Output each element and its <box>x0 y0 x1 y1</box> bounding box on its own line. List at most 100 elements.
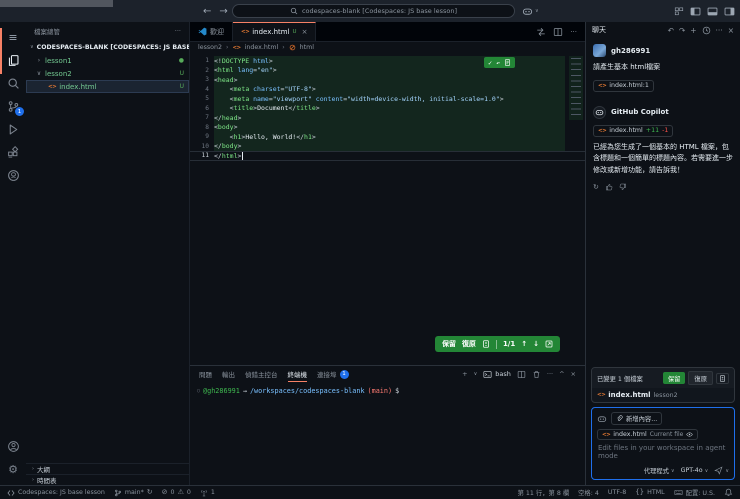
code-line[interactable]: 11 </html > <box>190 151 585 161</box>
tab-terminal[interactable]: 終端機 <box>288 366 308 382</box>
tab-problems[interactable]: 問題 <box>199 366 212 382</box>
chat-input-box[interactable]: 新增內容... <> index.html Current file Edit … <box>591 407 735 480</box>
chat-history-icon[interactable] <box>702 26 711 35</box>
code-line[interactable]: 8 < body > <box>190 122 585 132</box>
undo-edit-icon[interactable]: ↶ <box>668 26 674 35</box>
ports-item[interactable]: 1 <box>200 489 215 497</box>
maximize-panel-icon[interactable]: ^ <box>559 370 564 378</box>
changed-file-chip[interactable]: <> index.html +11 -1 <box>593 124 674 137</box>
tab-index-html[interactable]: <> index.html U × <box>233 22 317 41</box>
toggle-secondary-sidebar-icon[interactable] <box>724 6 735 17</box>
goto-edit-icon[interactable] <box>545 340 553 348</box>
indentation-item[interactable]: 空格: 4 <box>578 488 599 497</box>
view-file-icon[interactable] <box>504 59 511 66</box>
changed-file-row[interactable]: <> index.html lesson2 <box>592 388 734 402</box>
keep-all-button[interactable]: 保留 <box>662 372 686 384</box>
code-line[interactable]: 3 < head > <box>190 75 585 85</box>
source-control-view-icon[interactable]: 1 <box>0 95 26 118</box>
tab-output[interactable]: 輸出 <box>222 366 235 382</box>
keep-button[interactable]: 保留 <box>442 339 456 349</box>
settings-gear-icon[interactable]: ⚙ <box>0 458 26 481</box>
next-edit-icon[interactable]: ↓ <box>533 340 539 348</box>
back-button[interactable]: ← <box>203 6 211 17</box>
new-chat-icon[interactable]: + <box>690 26 696 35</box>
language-mode-item[interactable]: {} HTML <box>635 489 664 497</box>
thumbs-up-icon[interactable] <box>605 183 613 191</box>
view-all-edits-button[interactable] <box>716 372 729 384</box>
explorer-view-icon[interactable] <box>0 49 26 72</box>
tab-welcome[interactable]: 歡迎 <box>190 22 233 41</box>
code-line[interactable]: 7 </head > <box>190 113 585 123</box>
split-terminal-icon[interactable] <box>517 370 526 379</box>
send-button[interactable]: ∨ <box>714 466 729 475</box>
chat-input-placeholder[interactable]: Edit files in your workspace in agent mo… <box>598 444 729 460</box>
tree-item-lesson2[interactable]: ∨ lesson2 U <box>26 67 189 80</box>
search-view-icon[interactable] <box>0 72 26 95</box>
tab-ports[interactable]: 連接埠 1 <box>317 366 349 382</box>
undo-button[interactable]: 復原 <box>462 339 476 349</box>
discard-icon[interactable]: ↶ <box>496 59 500 67</box>
cursor-position-item[interactable]: 第 11 行，第 8 欄 <box>518 488 570 497</box>
kill-terminal-icon[interactable] <box>532 370 541 379</box>
code-line[interactable]: 10 </body > <box>190 141 585 151</box>
tree-item-lesson1[interactable]: › lesson1 ● <box>26 54 189 67</box>
explorer-more-actions-icon[interactable]: ··· <box>175 27 181 35</box>
timeline-section[interactable]: › 時間表 <box>26 474 189 485</box>
terminal-content[interactable]: ○ @gh286991 → /workspaces/codespaces-bla… <box>190 382 585 400</box>
terminal-profile-item[interactable]: bash <box>483 370 511 379</box>
git-branch-item[interactable]: main* ↻ <box>114 489 153 497</box>
close-tab-icon[interactable]: × <box>302 28 308 36</box>
split-editor-icon[interactable] <box>553 27 563 37</box>
redo-edit-icon[interactable]: ↷ <box>679 26 685 35</box>
mode-picker[interactable]: 代理程式 ∨ <box>644 466 675 476</box>
more-actions-icon[interactable]: ··· <box>547 370 553 378</box>
more-actions-icon[interactable]: ··· <box>570 28 577 36</box>
code-line[interactable]: 4 < meta charset = "UTF-8" > <box>190 84 585 94</box>
toggle-panel-icon[interactable] <box>707 6 718 17</box>
run-debug-view-icon[interactable] <box>0 118 26 141</box>
copilot-menu-button[interactable]: ∨ <box>522 4 539 18</box>
forward-button[interactable]: → <box>219 6 227 17</box>
minimap[interactable] <box>569 56 583 120</box>
customize-layout-icon[interactable] <box>674 6 684 16</box>
code-line[interactable]: 1 <! DOCTYPE html > <box>190 56 585 66</box>
outline-section[interactable]: › 大綱 <box>26 463 189 474</box>
command-center[interactable]: codespaces-blank [Codespaces: JS base le… <box>232 4 515 18</box>
code-line[interactable]: 6 < title > Document </title > <box>190 103 585 113</box>
application-menu-button[interactable]: ≡ <box>0 26 26 49</box>
extensions-view-icon[interactable] <box>0 141 26 164</box>
code-editor[interactable]: 1 <! DOCTYPE html >2 < html lang = "en" >3 < head >… <box>190 53 585 161</box>
tab-debug-console[interactable]: 偵錯主控台 <box>245 366 278 382</box>
rerun-request-icon[interactable]: ↻ <box>593 183 599 191</box>
problems-item[interactable]: ⊘ 0 ⚠ 0 <box>162 489 191 497</box>
view-diff-icon[interactable] <box>482 340 490 348</box>
chevron-down-icon[interactable]: ∨ <box>474 371 478 377</box>
more-actions-icon[interactable]: ··· <box>716 26 723 35</box>
breadcrumb[interactable]: lesson2 › <> index.html › html <box>190 42 585 53</box>
github-view-icon[interactable] <box>0 164 26 187</box>
model-picker[interactable]: GPT-4o ∨ <box>681 467 709 474</box>
previous-edit-icon[interactable]: ↑ <box>521 340 527 348</box>
thumbs-down-icon[interactable] <box>619 183 627 191</box>
workspace-root-folder[interactable]: ∨ CODESPACES-BLANK [CODESPACES: JS BASE … <box>26 40 189 54</box>
toggle-sidebar-icon[interactable] <box>690 6 701 17</box>
undo-all-button[interactable]: 復原 <box>688 371 713 385</box>
close-chat-icon[interactable]: × <box>728 26 734 35</box>
keyboard-layout-item[interactable]: 配置: U.S. <box>674 488 715 497</box>
accept-check-icon[interactable]: ✓ <box>488 59 492 67</box>
attachment-chip[interactable]: <> index.html:1 <box>593 79 654 92</box>
accounts-icon[interactable] <box>0 435 26 458</box>
sync-icon[interactable]: ↻ <box>147 489 153 496</box>
current-file-chip[interactable]: <> index.html Current file <box>597 429 699 440</box>
code-line[interactable]: 5 < meta name = "viewport" content = "width=d… <box>190 94 585 104</box>
add-context-button[interactable]: 新增內容... <box>611 412 663 425</box>
remote-indicator[interactable]: Codespaces: JS base lesson <box>7 489 105 497</box>
tree-item-index-html[interactable]: <> index.html U <box>26 80 189 93</box>
close-panel-icon[interactable]: × <box>571 370 576 378</box>
new-terminal-icon[interactable]: + <box>462 370 467 378</box>
encoding-item[interactable]: UTF-8 <box>608 489 626 496</box>
open-changes-icon[interactable] <box>536 27 546 37</box>
code-line[interactable]: 2 < html lang = "en" > <box>190 65 585 75</box>
notifications-bell-icon[interactable] <box>724 488 733 497</box>
code-line[interactable]: 9 < h1 > Hello, World! </h1 > <box>190 132 585 142</box>
